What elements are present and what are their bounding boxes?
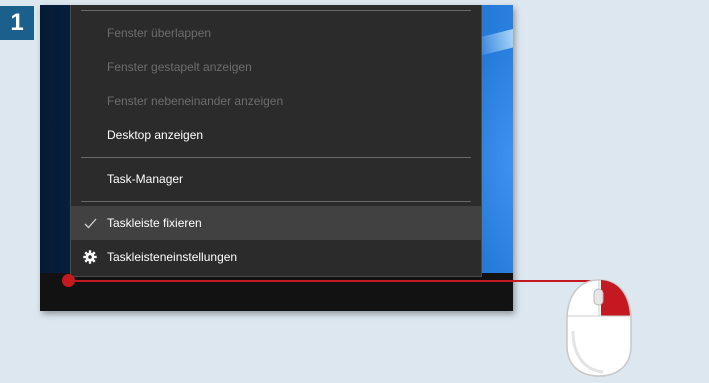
menu-item-cascade-windows: Fenster überlappen xyxy=(71,16,481,50)
menu-item-show-desktop[interactable]: Desktop anzeigen xyxy=(71,118,481,152)
menu-item-task-manager[interactable]: Task-Manager xyxy=(71,162,481,196)
windows-desktop-screenshot: Fenster überlappen Fenster gestapelt anz… xyxy=(40,5,513,311)
menu-item-label: Taskleiste fixieren xyxy=(107,216,202,230)
callout-line xyxy=(68,280,598,282)
step-number-badge: 1 xyxy=(0,6,34,40)
callout-dot xyxy=(62,274,75,287)
menu-item-label: Fenster nebeneinander anzeigen xyxy=(107,94,284,108)
menu-item-label: Taskleisteneinstellungen xyxy=(107,250,238,264)
menu-separator xyxy=(81,157,471,158)
menu-item-taskbar-settings[interactable]: Taskleisteneinstellungen xyxy=(71,240,481,274)
taskbar-context-menu: Fenster überlappen Fenster gestapelt anz… xyxy=(70,5,482,277)
menu-item-stack-windows: Fenster gestapelt anzeigen xyxy=(71,50,481,84)
taskbar[interactable] xyxy=(40,273,513,311)
menu-separator xyxy=(81,10,471,11)
gear-icon xyxy=(82,240,98,274)
menu-item-side-by-side-windows: Fenster nebeneinander anzeigen xyxy=(71,84,481,118)
menu-item-label: Task-Manager xyxy=(107,172,184,186)
menu-separator xyxy=(81,201,471,202)
checkmark-icon xyxy=(82,206,98,240)
right-click-mouse-icon xyxy=(566,279,632,377)
menu-item-label: Fenster überlappen xyxy=(107,26,212,40)
menu-item-label: Fenster gestapelt anzeigen xyxy=(107,60,252,74)
menu-item-label: Desktop anzeigen xyxy=(107,128,204,142)
menu-item-lock-taskbar[interactable]: Taskleiste fixieren xyxy=(71,206,481,240)
